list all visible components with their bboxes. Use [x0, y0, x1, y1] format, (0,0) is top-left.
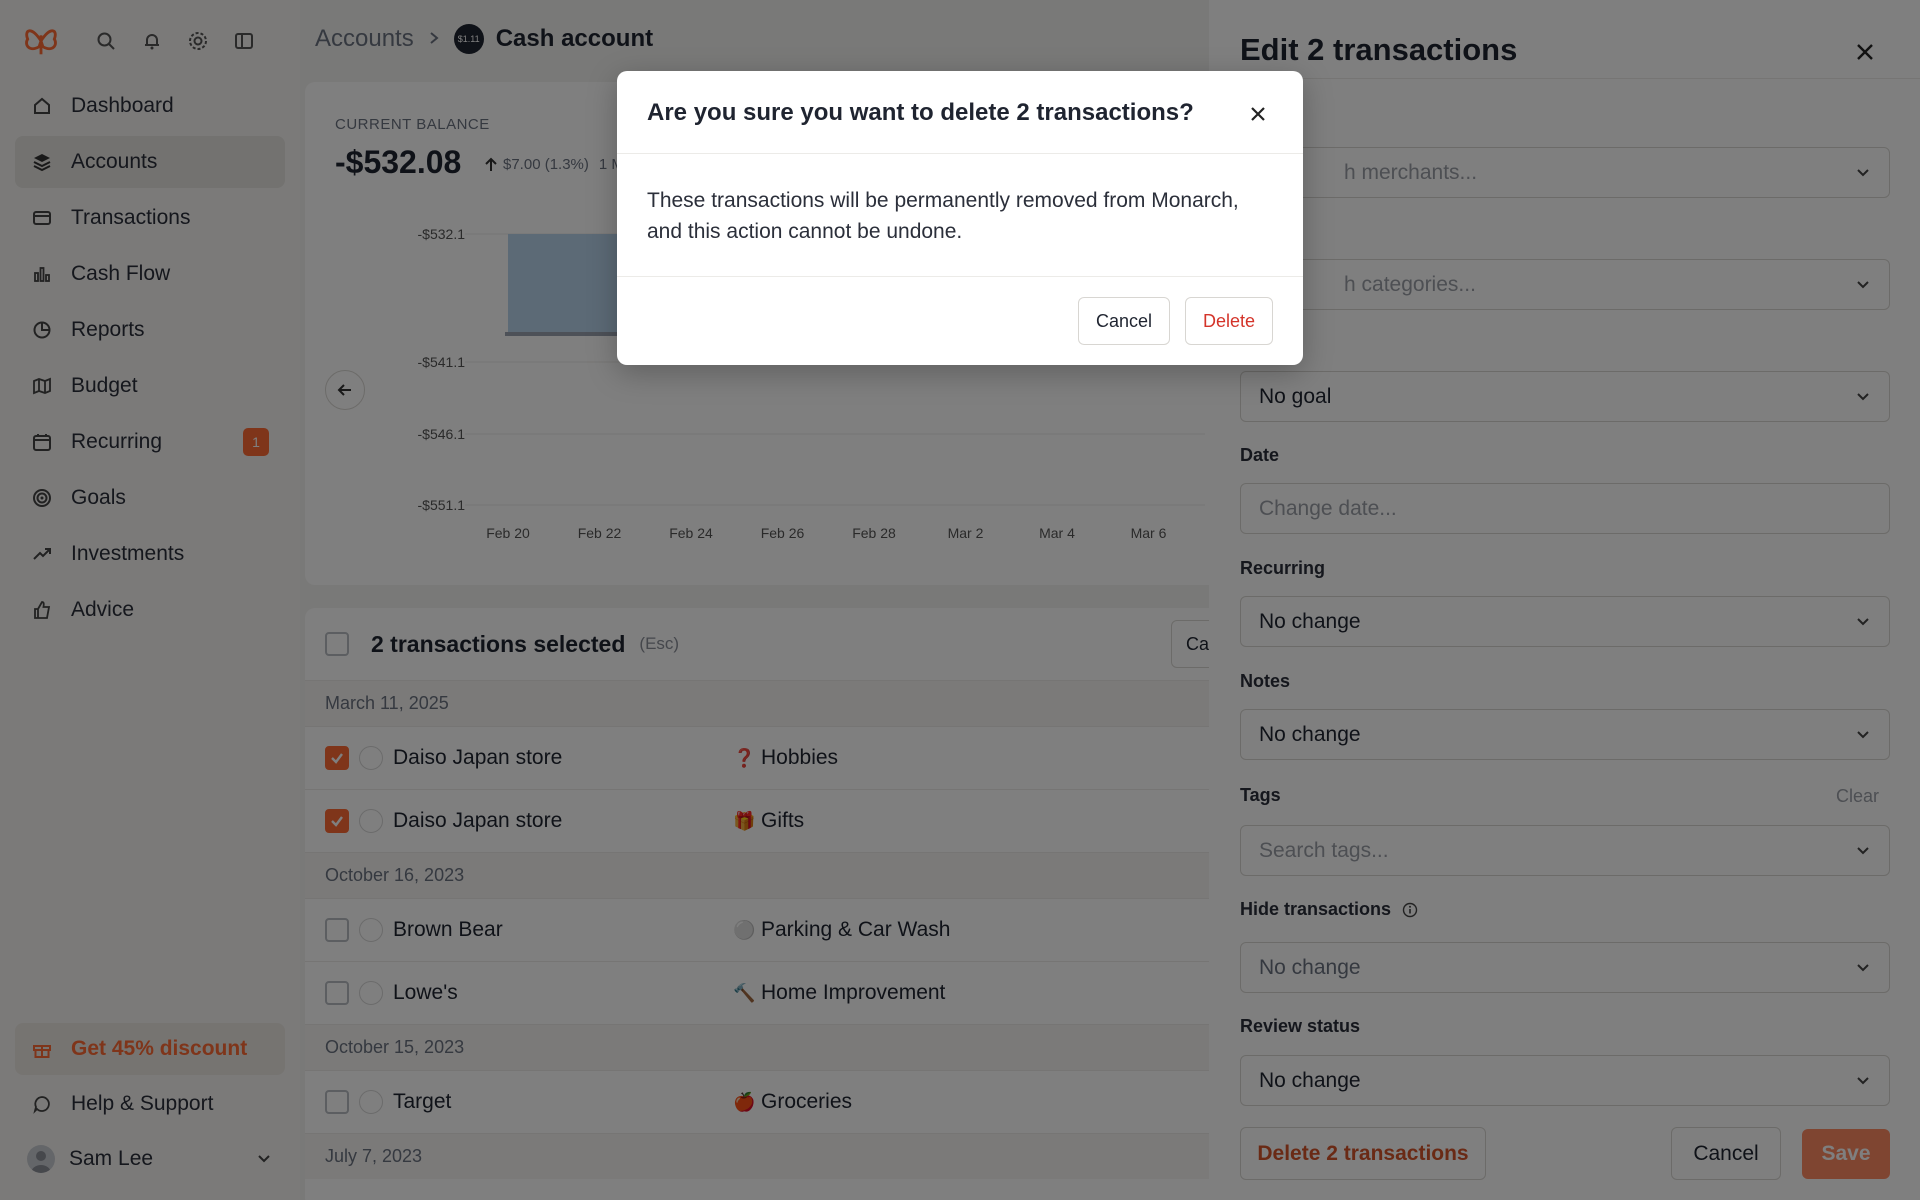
- dialog-title: Are you sure you want to delete 2 transa…: [647, 99, 1194, 126]
- drawer-backdrop: [1209, 0, 1920, 1200]
- dialog-delete-button[interactable]: Delete: [1185, 297, 1273, 345]
- delete-confirm-dialog: Are you sure you want to delete 2 transa…: [617, 71, 1303, 365]
- dialog-body: These transactions will be permanently r…: [647, 189, 1239, 243]
- divider: [617, 153, 1303, 154]
- divider: [617, 276, 1303, 277]
- dialog-cancel-button[interactable]: Cancel: [1078, 297, 1170, 345]
- close-icon[interactable]: [1245, 101, 1271, 127]
